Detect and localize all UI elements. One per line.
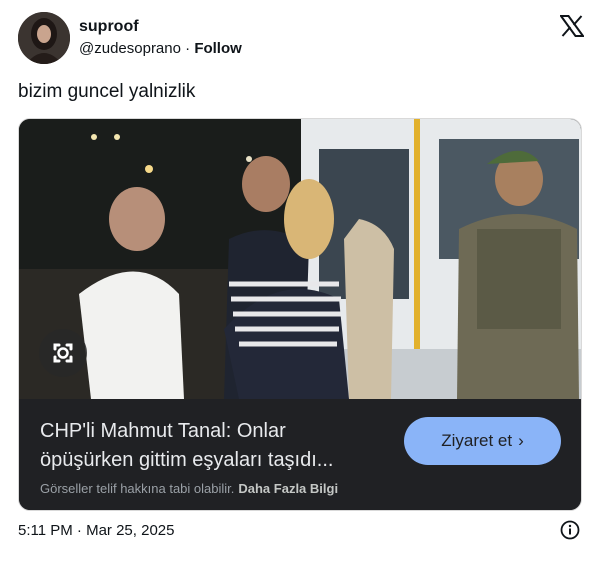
handle-separator: ·: [180, 40, 195, 57]
article-headline[interactable]: CHP'li Mahmut Tanal: Onlar öpüşürken git…: [40, 417, 390, 475]
follow-button[interactable]: Follow: [194, 40, 242, 57]
google-lens-icon: [53, 343, 73, 363]
link-preview-card[interactable]: CHP'li Mahmut Tanal: Onlar öpüşürken git…: [18, 118, 582, 511]
google-lens-button[interactable]: [39, 329, 87, 377]
author-names: suproof @zudesoprano · Follow: [79, 18, 242, 59]
info-icon[interactable]: [560, 520, 580, 540]
more-info-link[interactable]: Daha Fazla Bilgi: [238, 481, 338, 496]
tweet-footer: 5:11 PM · Mar 25, 2025: [18, 520, 582, 542]
tweet-header: suproof @zudesoprano · Follow: [18, 12, 584, 66]
tweet-text: bizim guncel yalnizlik: [18, 81, 196, 102]
author-avatar[interactable]: [18, 12, 70, 64]
avatar-image: [18, 12, 70, 64]
author-handle-row: @zudesoprano · Follow: [79, 39, 242, 59]
card-info-panel: CHP'li Mahmut Tanal: Onlar öpüşürken git…: [19, 399, 581, 510]
visit-button[interactable]: Ziyaret et ›: [404, 417, 561, 465]
author-handle[interactable]: @zudesoprano: [79, 40, 181, 57]
copyright-text: Görseller telif hakkına tabi olabilir.: [40, 481, 235, 496]
copyright-notice: Görseller telif hakkına tabi olabilir. Da…: [40, 481, 338, 497]
x-logo-icon[interactable]: [560, 15, 584, 37]
tweet-timestamp[interactable]: 5:11 PM · Mar 25, 2025: [18, 522, 174, 539]
visit-button-label: Ziyaret et: [441, 431, 513, 450]
news-photo: [19, 119, 581, 399]
chevron-right-icon: ›: [518, 431, 524, 450]
author-display-name[interactable]: suproof: [79, 18, 242, 36]
